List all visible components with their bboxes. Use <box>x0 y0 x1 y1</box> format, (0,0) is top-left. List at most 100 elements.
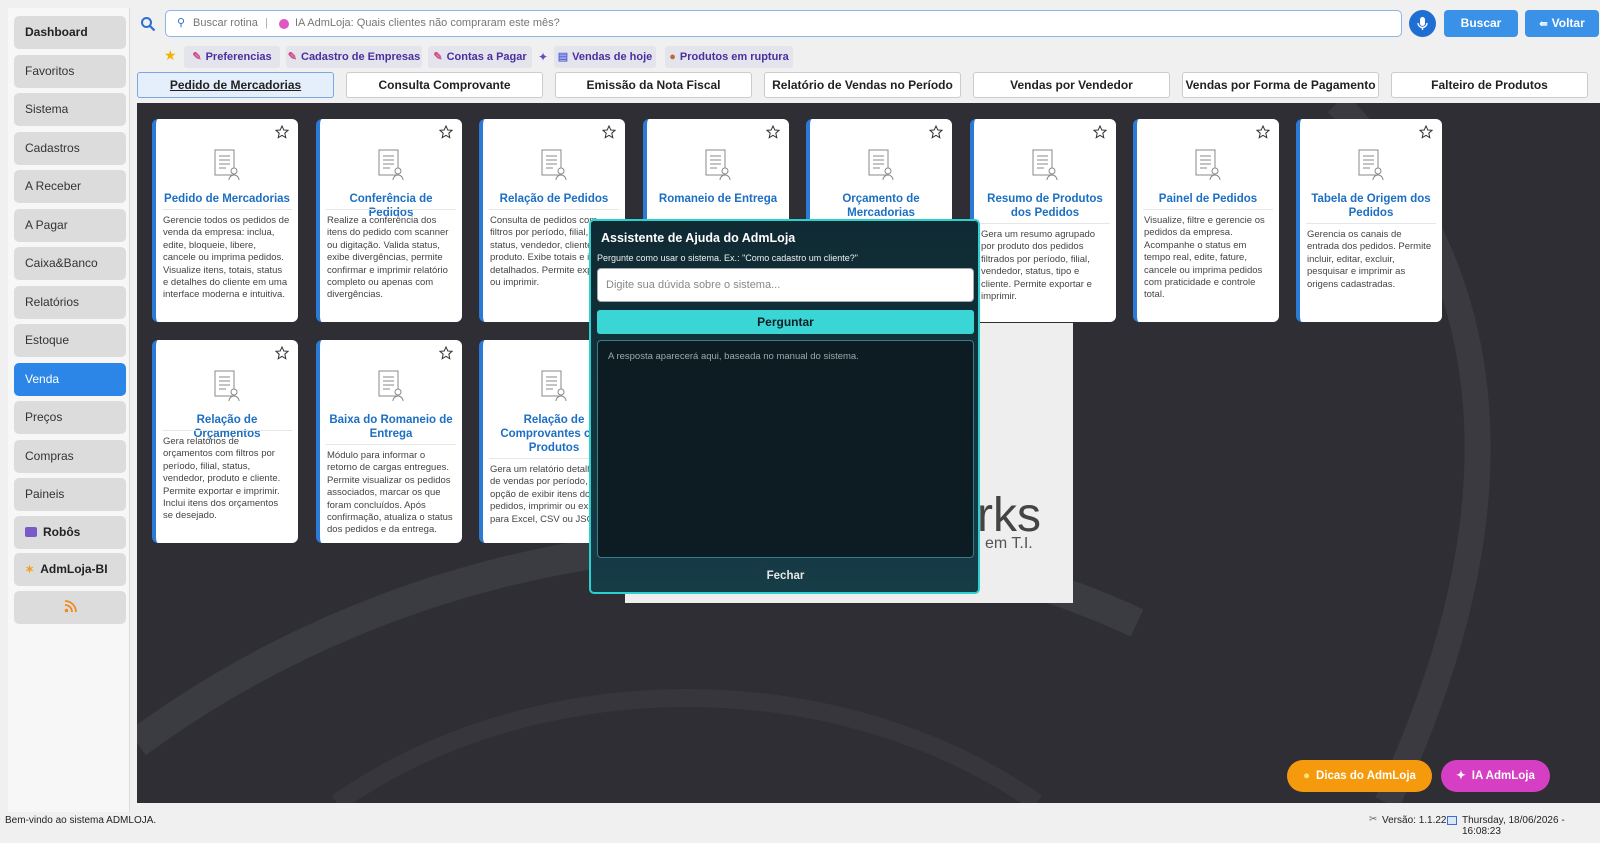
answer-area[interactable]: A resposta aparecerá aqui, baseada no ma… <box>597 340 974 558</box>
sidebar-item-paineis[interactable]: Paineis <box>14 478 126 511</box>
sidebar-item-caixa-banco[interactable]: Caixa&Banco <box>14 247 126 280</box>
sidebar-item-label: Venda <box>25 372 60 386</box>
favorite-label: Contas a Pagar <box>446 51 527 63</box>
card-divider <box>162 209 292 210</box>
close-button[interactable]: Fechar <box>597 565 974 587</box>
card-orcamento-mercadorias[interactable]: Orçamento de Mercadorias <box>806 119 952 229</box>
sidebar-item-cadastros[interactable]: Cadastros <box>14 132 126 165</box>
sidebar-item-label: Estoque <box>25 333 70 347</box>
favorite-label: Cadastro de Empresas <box>301 51 421 63</box>
favorite-produtos-ruptura[interactable]: ● Produtos em ruptura <box>665 46 793 68</box>
sidebar-item-admloja-bi[interactable]: ✶ AdmLoja-BI <box>14 553 126 586</box>
document-user-icon <box>378 149 404 181</box>
sidebar-item-rss[interactable] <box>14 591 126 624</box>
lightbulb-icon: ● <box>1303 770 1311 782</box>
tab-vendas-forma-pagamento[interactable]: Vendas por Forma de Pagamento <box>1182 72 1379 98</box>
card-resumo-produtos-pedidos[interactable]: Resumo de Produtos dos Pedidos Gera um r… <box>970 119 1116 322</box>
tab-vendas-vendedor[interactable]: Vendas por Vendedor <box>973 72 1170 98</box>
rss-icon <box>64 600 77 613</box>
tab-label: Pedido de Mercadorias <box>169 78 302 92</box>
status-bar: Bem-vindo ao sistema ADMLOJA. ✂ Versão: … <box>0 812 1600 843</box>
favorite-cadastro-empresas[interactable]: ✎ Cadastro de Empresas <box>286 46 422 68</box>
card-title: Romaneio de Entrega <box>658 193 778 205</box>
favorite-contas-pagar[interactable]: ✎ Contas a Pagar <box>428 46 532 68</box>
ai-admloja-button[interactable]: ✦ IA AdmLoja <box>1441 760 1550 792</box>
star-outline-icon[interactable] <box>929 125 943 139</box>
star-outline-icon[interactable] <box>439 125 453 139</box>
card-relacao-orcamentos[interactable]: Relação de Orçamentos Gera relatórios de… <box>152 340 298 543</box>
tab-label: Relatório de Vendas no Período <box>772 78 953 92</box>
card-tabela-origem-pedidos[interactable]: Tabela de Origem dos Pedidos Gerencia os… <box>1296 119 1442 322</box>
favorite-vendas-hoje[interactable]: ▤ Vendas de hoje <box>554 46 656 68</box>
search-placeholder: Buscar rotina <box>193 17 258 29</box>
favorite-label: Vendas de hoje <box>572 51 653 63</box>
document-user-icon <box>1032 149 1058 181</box>
card-divider <box>489 209 619 210</box>
tab-relatorio-vendas-periodo[interactable]: Relatório de Vendas no Período <box>764 72 961 98</box>
favorite-preferencias[interactable]: ✎ Preferencias <box>184 46 280 68</box>
tips-button-label: Dicas do AdmLoja <box>1316 770 1416 782</box>
back-button[interactable]: ⇚ Voltar <box>1525 10 1599 37</box>
star-outline-icon[interactable] <box>439 346 453 360</box>
sidebar-item-venda[interactable]: Venda <box>14 363 126 396</box>
tips-button[interactable]: ● Dicas do AdmLoja <box>1287 760 1432 792</box>
tab-consulta-comprovante[interactable]: Consulta Comprovante <box>346 72 543 98</box>
voice-button[interactable] <box>1409 10 1436 37</box>
star-outline-icon[interactable] <box>602 125 616 139</box>
document-user-icon <box>541 149 567 181</box>
robot-icon <box>25 527 37 537</box>
divider: | <box>265 17 268 29</box>
microphone-icon <box>1417 17 1428 30</box>
card-title: Relação de Pedidos <box>499 193 609 205</box>
tab-falteiro-produtos[interactable]: Falteiro de Produtos <box>1391 72 1588 98</box>
star-outline-icon[interactable] <box>275 346 289 360</box>
card-conferencia-pedidos[interactable]: Conferência de Pedidos Realize a conferê… <box>316 119 462 322</box>
star-outline-icon[interactable] <box>275 125 289 139</box>
question-input[interactable]: Digite sua dúvida sobre o sistema... <box>597 268 974 302</box>
document-user-icon <box>378 370 404 402</box>
star-outline-icon[interactable] <box>1419 125 1433 139</box>
search-input[interactable]: ⚲ Buscar rotina | IA AdmLoja: Quais clie… <box>165 10 1402 37</box>
sparkle-icon: ✦ <box>538 50 549 64</box>
tab-emissao-nota-fiscal[interactable]: Emissão da Nota Fiscal <box>555 72 752 98</box>
sidebar-item-relatorios[interactable]: Relatórios <box>14 286 126 319</box>
card-painel-pedidos[interactable]: Painel de Pedidos Visualize, filtre e ge… <box>1133 119 1279 322</box>
star-outline-icon[interactable] <box>1256 125 1270 139</box>
document-user-icon <box>214 370 240 402</box>
sidebar-item-dashboard[interactable]: Dashboard <box>14 16 126 49</box>
card-description: Gera relatórios de orçamentos com filtro… <box>163 436 281 522</box>
sidebar-item-a-pagar[interactable]: A Pagar <box>14 209 126 242</box>
ask-button[interactable]: Perguntar <box>597 310 974 334</box>
card-baixa-romaneio-entrega[interactable]: Baixa do Romaneio de Entrega Módulo para… <box>316 340 462 543</box>
card-romaneio-entrega[interactable]: Romaneio de Entrega <box>643 119 789 229</box>
sidebar-item-estoque[interactable]: Estoque <box>14 324 126 357</box>
card-divider <box>1306 223 1436 224</box>
card-description: Módulo para informar o retorno de cargas… <box>327 450 453 536</box>
sidebar-item-compras[interactable]: Compras <box>14 440 126 473</box>
star-outline-icon[interactable] <box>766 125 780 139</box>
star-outline-icon[interactable] <box>1093 125 1107 139</box>
sidebar-item-a-receber[interactable]: A Receber <box>14 170 126 203</box>
document-user-icon <box>214 149 240 181</box>
document-user-icon <box>705 149 731 181</box>
sidebar-item-robos[interactable]: Robôs <box>14 516 126 549</box>
card-description: Gera um resumo agrupado por produto dos … <box>981 229 1096 303</box>
box-icon: ● <box>669 51 676 63</box>
dialog-hint: Pergunte como usar o sistema. Ex.: "Como… <box>597 253 859 263</box>
sidebar-item-label: Preços <box>25 410 63 424</box>
sidebar-item-label: Relatórios <box>25 295 80 309</box>
sparkle-icon: ✦ <box>1456 770 1466 782</box>
search-icon[interactable] <box>140 16 156 32</box>
sidebar-item-sistema[interactable]: Sistema <box>14 93 126 126</box>
tab-label: Emissão da Nota Fiscal <box>586 78 721 92</box>
sidebar-item-label: A Receber <box>25 179 82 193</box>
search-button[interactable]: Buscar <box>1444 10 1518 37</box>
sidebar-item-favoritos[interactable]: Favoritos <box>14 55 126 88</box>
card-pedido-mercadorias[interactable]: Pedido de Mercadorias Gerencie todos os … <box>152 119 298 322</box>
card-title: Baixa do Romaneio de Entrega <box>329 414 453 440</box>
sidebar-item-precos[interactable]: Preços <box>14 401 126 434</box>
document-user-icon <box>541 370 567 402</box>
tab-pedido-mercadorias[interactable]: Pedido de Mercadorias <box>137 72 334 98</box>
card-title: Pedido de Mercadorias <box>164 193 290 205</box>
tab-label: Vendas por Forma de Pagamento <box>1185 78 1376 92</box>
